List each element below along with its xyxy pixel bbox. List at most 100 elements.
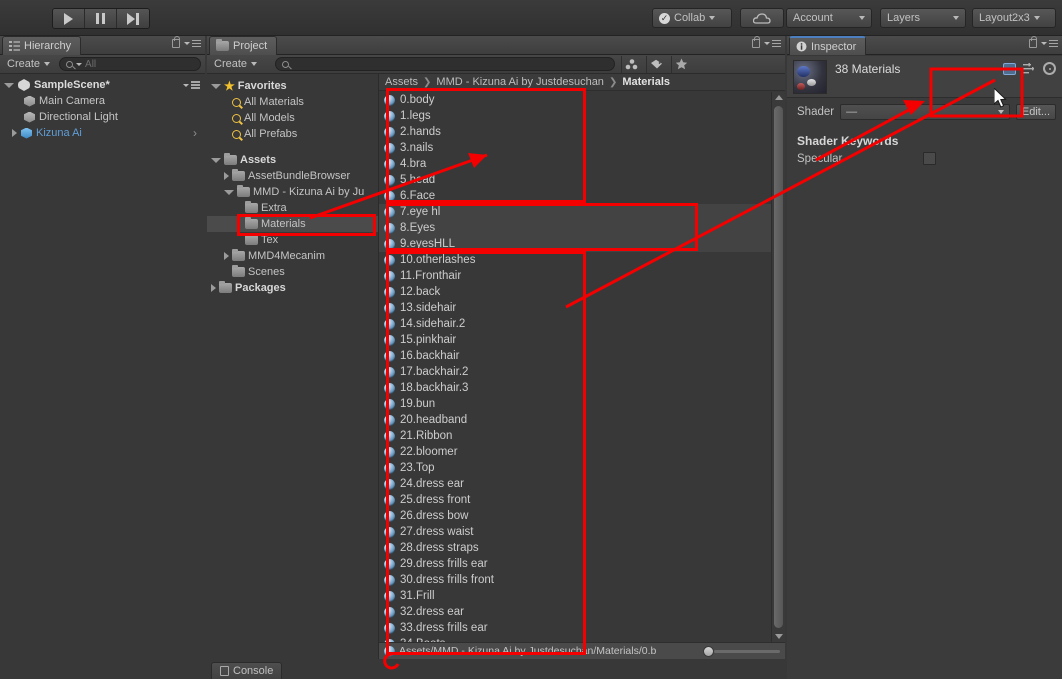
lock-icon[interactable]	[172, 39, 180, 48]
project-create-button[interactable]: Create	[211, 58, 269, 70]
tab-inspector[interactable]: Inspector	[789, 36, 866, 55]
project-tree-item-extra[interactable]: Extra	[207, 200, 378, 216]
step-button[interactable]	[117, 9, 149, 28]
chevron-right-icon[interactable]	[224, 172, 229, 180]
scroll-up-arrow-icon[interactable]	[775, 95, 783, 100]
project-menu-button[interactable]	[764, 40, 781, 48]
asset-list-item[interactable]: 0.body	[379, 92, 771, 108]
asset-list-item[interactable]: 20.headband	[379, 412, 771, 428]
project-tree-item-assets[interactable]: Assets	[207, 152, 378, 168]
project-tree-item-packages[interactable]: Packages	[207, 280, 378, 296]
layout-button[interactable]: Layout2x3	[972, 8, 1056, 28]
asset-list-item[interactable]: 22.bloomer	[379, 444, 771, 460]
hierarchy-item-main-camera[interactable]: Main Camera	[0, 93, 205, 109]
breadcrumb-item-materials[interactable]: Materials	[622, 76, 670, 88]
asset-list-item[interactable]: 19.bun	[379, 396, 771, 412]
asset-list-item[interactable]: 23.Top	[379, 460, 771, 476]
asset-list-item[interactable]: 18.backhair.3	[379, 380, 771, 396]
asset-list-item[interactable]: 9.eyesHLL	[379, 236, 771, 252]
project-tree-item-materials[interactable]: Materials	[207, 216, 378, 232]
asset-list-item[interactable]: 27.dress waist	[379, 524, 771, 540]
chevron-down-icon[interactable]	[4, 83, 14, 88]
chevron-down-icon[interactable]	[211, 158, 221, 163]
project-tree-item-all-prefabs[interactable]: All Prefabs	[207, 126, 378, 142]
specular-checkbox[interactable]	[923, 152, 936, 165]
pause-button[interactable]	[85, 9, 117, 28]
hierarchy-scene-row[interactable]: SampleScene*	[0, 77, 205, 93]
asset-list-item[interactable]: 14.sidehair.2	[379, 316, 771, 332]
chevron-right-icon[interactable]	[224, 252, 229, 260]
tab-project[interactable]: Project	[209, 36, 277, 55]
asset-list-item[interactable]: 2.hands	[379, 124, 771, 140]
asset-list-item[interactable]: 4.bra	[379, 156, 771, 172]
play-button[interactable]	[53, 9, 85, 28]
hierarchy-search-input[interactable]: All	[59, 57, 201, 71]
hierarchy-create-button[interactable]: Create	[4, 58, 53, 70]
asset-list-item[interactable]: 28.dress straps	[379, 540, 771, 556]
lock-icon[interactable]	[752, 39, 760, 48]
asset-list-item[interactable]: 6.Face	[379, 188, 771, 204]
asset-list-item[interactable]: 1.legs	[379, 108, 771, 124]
asset-list-item[interactable]: 11.Fronthair	[379, 268, 771, 284]
asset-list-item[interactable]: 21.Ribbon	[379, 428, 771, 444]
scene-menu-button[interactable]	[183, 81, 200, 89]
asset-list-item[interactable]: 25.dress front	[379, 492, 771, 508]
project-tree-item-all-models[interactable]: All Models	[207, 110, 378, 126]
tab-hierarchy[interactable]: Hierarchy	[2, 36, 81, 55]
gear-icon[interactable]	[1043, 62, 1056, 75]
asset-list-item[interactable]: 10.otherlashes	[379, 252, 771, 268]
scroll-down-arrow-icon[interactable]	[775, 634, 783, 639]
asset-list-item[interactable]: 7.eye hl	[379, 204, 771, 220]
chevron-right-icon[interactable]: ›	[193, 126, 197, 140]
asset-list-item[interactable]: 32.dress ear	[379, 604, 771, 620]
favorite-filter-icon[interactable]	[671, 56, 690, 73]
chevron-down-icon[interactable]	[224, 190, 234, 195]
layers-button[interactable]: Layers	[880, 8, 966, 28]
asset-list-item[interactable]: 31.Frill	[379, 588, 771, 604]
asset-list-item[interactable]: 29.dress frills ear	[379, 556, 771, 572]
collab-button[interactable]: ✓ Collab	[652, 8, 732, 28]
slider-knob[interactable]	[703, 646, 714, 657]
preset-icon[interactable]	[1023, 63, 1036, 75]
asset-list-item[interactable]: 15.pinkhair	[379, 332, 771, 348]
chevron-right-icon[interactable]	[211, 284, 216, 292]
shader-dropdown[interactable]: —	[840, 104, 1010, 120]
asset-list-item[interactable]: 13.sidehair	[379, 300, 771, 316]
asset-list-scrollbar[interactable]	[771, 92, 785, 642]
scrollbar-thumb[interactable]	[774, 106, 783, 628]
asset-list-item[interactable]: 33.dress frills ear	[379, 620, 771, 636]
preview-toggle-icon[interactable]	[1003, 63, 1016, 75]
inspector-menu-button[interactable]	[1041, 40, 1058, 48]
project-search-input[interactable]	[275, 57, 615, 71]
asset-list-item[interactable]: 5.head	[379, 172, 771, 188]
asset-list-item[interactable]: 3.nails	[379, 140, 771, 156]
icon-size-slider[interactable]	[703, 646, 780, 657]
asset-list-item[interactable]: 17.backhair.2	[379, 364, 771, 380]
project-tree-item-scenes[interactable]: Scenes	[207, 264, 378, 280]
asset-list-item[interactable]: 12.back	[379, 284, 771, 300]
slider-track[interactable]	[714, 650, 780, 653]
breadcrumb-item-assets[interactable]: Assets	[385, 76, 418, 88]
project-tree-item-all-materials[interactable]: All Materials	[207, 94, 378, 110]
chevron-right-icon[interactable]	[12, 129, 17, 137]
project-tree-item-tex[interactable]: Tex	[207, 232, 378, 248]
chevron-down-icon[interactable]	[211, 84, 221, 89]
asset-type-filter-icon[interactable]	[621, 56, 640, 73]
cloud-button[interactable]	[740, 8, 784, 28]
asset-list-item[interactable]: 26.dress bow	[379, 508, 771, 524]
hierarchy-item-directional-light[interactable]: Directional Light	[0, 109, 205, 125]
asset-list-item[interactable]: 30.dress frills front	[379, 572, 771, 588]
breadcrumb-item-mmd[interactable]: MMD - Kizuna Ai by Justdesuchan	[436, 76, 604, 88]
project-tree-item-mmd-kizuna-ai-by-ju[interactable]: MMD - Kizuna Ai by Ju	[207, 184, 378, 200]
asset-list-item[interactable]: 8.Eyes	[379, 220, 771, 236]
asset-list-item[interactable]: 16.backhair	[379, 348, 771, 364]
project-tree-item-mmd4mecanim[interactable]: MMD4Mecanim	[207, 248, 378, 264]
lock-icon[interactable]	[1029, 39, 1037, 48]
hierarchy-item-kizuna-ai[interactable]: Kizuna Ai ›	[0, 125, 205, 141]
account-button[interactable]: Account	[786, 8, 872, 28]
shader-edit-button[interactable]: Edit...	[1016, 104, 1056, 120]
project-tree-item-favorites[interactable]: ★Favorites	[207, 78, 378, 94]
project-tree-item-assetbundlebrowser[interactable]: AssetBundleBrowser	[207, 168, 378, 184]
asset-list-item[interactable]: 24.dress ear	[379, 476, 771, 492]
label-filter-icon[interactable]	[646, 56, 665, 73]
